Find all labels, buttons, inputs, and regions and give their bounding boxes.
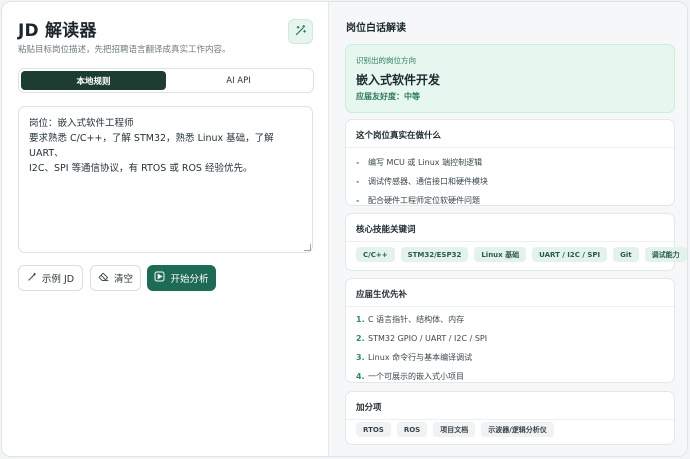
direction-label: 识别出的岗位方向	[356, 56, 416, 65]
divider	[346, 419, 674, 420]
jd-input[interactable]: 岗位：嵌入式软件工程师 要求熟悉 C/C++，了解 STM32，熟悉 Linux…	[18, 106, 313, 253]
eraser-icon	[98, 272, 109, 285]
analyze-button[interactable]: 开始分析	[147, 265, 216, 291]
example-jd-label: 示例 JD	[41, 274, 75, 285]
bonus-chip: RTOS	[356, 422, 391, 437]
input-panel: JD 解读器 粘贴目标岗位描述，先把招聘语言翻译成真实工作内容。 本地规则 AI…	[2, 2, 329, 456]
clear-button[interactable]: 清空	[90, 265, 141, 291]
divider	[346, 241, 674, 242]
direction-card: 识别出的岗位方向 嵌入式软件开发 应届友好度：中等	[345, 44, 675, 113]
example-jd-button[interactable]: 示例 JD	[18, 265, 83, 291]
skill-chip: Linux 基础	[474, 247, 527, 262]
app-title: JD 解读器	[18, 21, 97, 41]
list-item: - 配合硬件工程师定位软硬件问题	[356, 196, 480, 205]
divider	[346, 147, 674, 148]
magic-wand-icon	[27, 272, 37, 285]
app-subtitle: 粘贴目标岗位描述，先把招聘语言翻译成真实工作内容。	[18, 45, 231, 55]
skill-chip: 调试能力	[644, 247, 687, 262]
magic-wand-button[interactable]	[288, 19, 313, 44]
magic-wand-icon	[294, 22, 307, 41]
list-item: 3. Linux 命令行与基本编译调试	[356, 353, 473, 362]
list-item: - 调试传感器、通信接口和硬件模块	[356, 177, 488, 186]
skills-card: 核心技能关键词 C/C++ STM32/ESP32 Linux 基础 UART …	[345, 213, 687, 271]
bonus-title: 加分项	[356, 403, 382, 413]
skill-chip: Git	[613, 247, 639, 262]
skill-chip: C/C++	[356, 247, 395, 262]
resize-handle[interactable]	[304, 244, 311, 251]
bonus-chip: 项目文档	[433, 422, 476, 437]
priorities-card: 应届生优先补 1. C 语言指针、结构体、内存 2. STM32 GPIO / UA…	[345, 278, 675, 383]
skill-chip: UART / I2C / SPI	[532, 247, 608, 262]
app-window: JD 解读器 粘贴目标岗位描述，先把招聘语言翻译成真实工作内容。 本地规则 AI…	[1, 1, 688, 457]
priorities-title: 应届生优先补	[356, 290, 408, 300]
direction-value: 嵌入式软件开发	[356, 73, 441, 87]
list-item: 4. 一个可展示的嵌入式小项目	[356, 372, 464, 381]
play-icon	[154, 271, 165, 285]
bonus-chip: ROS	[396, 422, 428, 437]
list-item: 2. STM32 GPIO / UART / I2C / SPI	[356, 334, 488, 343]
list-item: 1. C 语言指针、结构体、内存	[356, 315, 465, 324]
bonus-chip: 示波器/逻辑分析仪	[481, 422, 554, 437]
tab-ai-api[interactable]: AI API	[166, 71, 311, 90]
bonus-card: 加分项 RTOS ROS 项目文档 示波器/逻辑分析仪	[345, 391, 675, 445]
tab-local-rules[interactable]: 本地规则	[21, 71, 166, 90]
work-card: 这个岗位真实在做什么 - 编写 MCU 或 Linux 端控制逻辑 - 调试传感器、…	[345, 119, 675, 206]
clear-label: 清空	[113, 274, 133, 285]
list-item: - 编写 MCU 或 Linux 端控制逻辑	[356, 158, 483, 167]
work-title: 这个岗位真实在做什么	[356, 131, 442, 141]
friendliness-text: 应届友好度：中等	[356, 92, 420, 101]
result-panel: 岗位白话解读 识别出的岗位方向 嵌入式软件开发 应届友好度：中等 这个岗位真实在…	[329, 2, 687, 456]
skill-chip: STM32/ESP32	[400, 247, 469, 262]
skills-title: 核心技能关键词	[356, 225, 416, 235]
result-heading: 岗位白话解读	[346, 23, 406, 34]
mode-switch: 本地规则 AI API	[18, 68, 314, 93]
divider	[346, 306, 674, 307]
analyze-label: 开始分析	[170, 274, 209, 285]
